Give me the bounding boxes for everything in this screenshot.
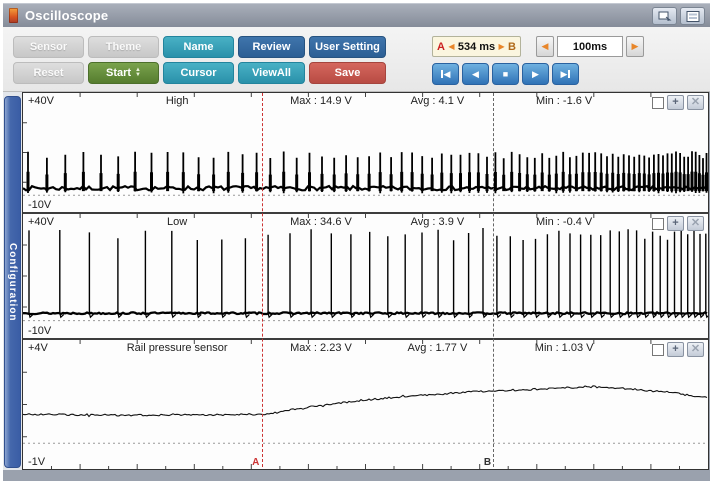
min-readout: Min : 1.03 V	[535, 342, 594, 354]
play-icon: ▶	[532, 69, 539, 80]
waveform-rail-pressure	[23, 340, 708, 469]
zoom-plus-button[interactable]: +	[667, 342, 684, 357]
avg-readout: Avg : 3.9 V	[411, 216, 465, 228]
ab-right-arrow-icon: ▶	[499, 42, 505, 51]
close-channel-button[interactable]: ✕	[687, 216, 704, 231]
channel-name: High	[166, 95, 189, 107]
avg-readout: Avg : 1.77 V	[408, 342, 468, 354]
channel-checkbox[interactable]	[652, 97, 664, 109]
app-icon	[9, 8, 18, 23]
cursor-a-label: A	[437, 41, 445, 53]
configuration-tab[interactable]: Configuration	[4, 96, 21, 468]
close-channel-button[interactable]: ✕	[687, 342, 704, 357]
skip-start-bar-icon	[441, 70, 443, 78]
cursor-button[interactable]: Cursor	[163, 62, 234, 84]
scale-bottom-label: -1V	[28, 456, 45, 468]
stop-button[interactable]: ■	[492, 63, 519, 85]
channel-checkbox[interactable]	[652, 218, 664, 230]
max-readout: Max : 34.6 V	[290, 216, 352, 228]
name-button[interactable]: Name	[163, 36, 234, 58]
channel-checkbox[interactable]	[652, 344, 664, 356]
toolbar: Sensor Theme Name Review User Setting Re…	[3, 27, 710, 92]
user-setting-button[interactable]: User Setting	[309, 36, 386, 58]
window-title: Oscilloscope	[25, 8, 108, 23]
skip-end-icon: ▶	[561, 69, 568, 80]
zoom-plus-button[interactable]: +	[667, 216, 684, 231]
theme-button[interactable]: Theme	[88, 36, 159, 58]
prev-icon: ◀	[472, 69, 479, 80]
channel-panel-low: +40V Low Max : 34.6 V Avg : 3.9 V Min : …	[23, 214, 708, 338]
channel-panel-high: +40V High Max : 14.9 V Avg : 4.1 V Min :…	[23, 93, 708, 212]
ab-range-display: A ◀ 534 ms ▶ B	[432, 36, 521, 57]
ab-range-value: 534 ms	[458, 41, 495, 53]
step-left-icon: ◀	[542, 41, 549, 52]
timebase-decrease-button[interactable]: ◀	[536, 36, 554, 57]
time-cursor-b[interactable]	[493, 93, 494, 467]
min-readout: Min : -0.4 V	[536, 216, 592, 228]
skip-start-icon: ◀	[444, 69, 451, 80]
cursor-a-bottom-label: A	[252, 457, 259, 468]
max-readout: Max : 2.23 V	[290, 342, 352, 354]
oscilloscope-window: Oscilloscope Sensor Theme Name Review Us…	[0, 0, 713, 481]
start-button[interactable]: Start ▲▼	[88, 62, 159, 84]
step-back-button[interactable]: ◀	[462, 63, 489, 85]
scale-bottom-label: -10V	[28, 199, 51, 211]
sensor-button[interactable]: Sensor	[13, 36, 84, 58]
channel-panel-rail-pressure: +4V Rail pressure sensor Max : 2.23 V Av…	[23, 340, 708, 469]
stop-icon: ■	[503, 69, 508, 79]
waveform-high	[23, 93, 708, 212]
cursor-b-bottom-label: B	[484, 457, 491, 468]
skip-to-start-button[interactable]: ◀	[432, 63, 459, 85]
waveform-low	[23, 214, 708, 338]
channel-name: Rail pressure sensor	[127, 342, 228, 354]
skip-to-end-button[interactable]: ▶	[552, 63, 579, 85]
max-readout: Max : 14.9 V	[290, 95, 352, 107]
avg-readout: Avg : 4.1 V	[411, 95, 465, 107]
cursor-b-label: B	[508, 41, 516, 53]
ab-left-arrow-icon: ◀	[448, 42, 454, 51]
layout-window-button[interactable]	[680, 7, 705, 25]
skip-end-bar-icon	[568, 70, 570, 78]
close-channel-button[interactable]: ✕	[687, 95, 704, 110]
workspace: Configuration +40V High Max : 14.9 V Avg…	[3, 92, 710, 481]
step-right-icon: ▶	[632, 41, 639, 52]
play-button[interactable]: ▶	[522, 63, 549, 85]
configuration-tab-label: Configuration	[7, 243, 18, 322]
min-readout: Min : -1.6 V	[536, 95, 592, 107]
spinner-icon: ▲▼	[135, 68, 141, 78]
reset-button[interactable]: Reset	[13, 62, 84, 84]
scale-bottom-label: -10V	[28, 325, 51, 337]
timebase-value: 100ms	[557, 36, 623, 57]
time-cursor-a[interactable]	[262, 93, 263, 467]
scale-top-label: +40V	[28, 95, 54, 107]
side-tab-strip: Configuration	[3, 92, 22, 470]
zoom-plus-button[interactable]: +	[667, 95, 684, 110]
channel-name: Low	[167, 216, 187, 228]
scale-top-label: +4V	[28, 342, 48, 354]
timebase-increase-button[interactable]: ▶	[626, 36, 644, 57]
viewall-button[interactable]: ViewAll	[238, 62, 305, 84]
start-button-label: Start	[106, 67, 131, 79]
restore-window-button[interactable]	[652, 7, 677, 25]
channel-panels: +40V High Max : 14.9 V Avg : 4.1 V Min :…	[22, 92, 709, 470]
review-button[interactable]: Review	[238, 36, 305, 58]
save-button[interactable]: Save	[309, 62, 386, 84]
title-bar: Oscilloscope	[3, 3, 710, 27]
scale-top-label: +40V	[28, 216, 54, 228]
